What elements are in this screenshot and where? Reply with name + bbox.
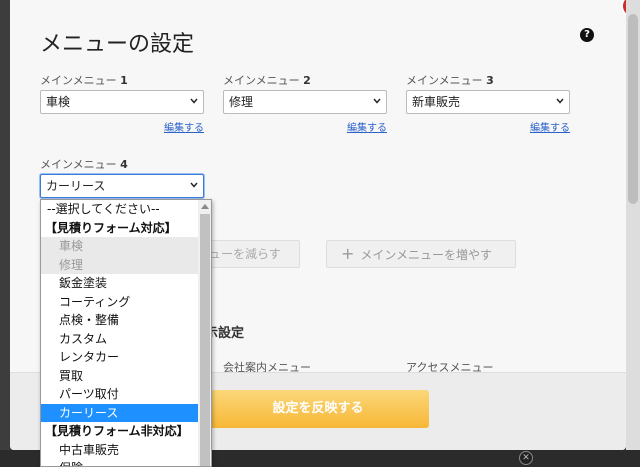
dropdown-option[interactable]: 中古車販売 (41, 441, 198, 460)
dropdown-option[interactable]: 鈑金塗装 (41, 274, 198, 293)
main-menu-number: 2 (303, 74, 311, 87)
dropdown-option[interactable]: カスタム (41, 330, 198, 349)
chevron-down-icon (556, 98, 564, 104)
main-menu-4: メインメニュー 4 カーリース (40, 156, 204, 198)
question-circle-icon[interactable]: ? (580, 28, 594, 42)
main-menu-3-edit-link[interactable]: 編集する (406, 119, 570, 134)
main-menu-2-edit-link[interactable]: 編集する (223, 119, 387, 134)
close-icon[interactable]: ✕ (519, 451, 533, 465)
main-menu-3-select[interactable]: 新車販売 (406, 90, 570, 114)
dropdown-options: --選択してください-- 【見積りフォーム対応】車検 修理 鈑金塗装 コーティング 点検・… (41, 200, 198, 466)
main-menu-4-label: メインメニュー 4 (40, 156, 204, 171)
dropdown-scrollbar-thumb[interactable] (200, 214, 210, 466)
chevron-down-icon (190, 182, 198, 188)
main-menu-4-select[interactable]: カーリース (40, 174, 204, 198)
apply-settings-button[interactable]: 設定を反映する (207, 390, 429, 428)
dropdown-group-header: 【見積りフォーム対応】 (45, 220, 177, 235)
main-menu-1-label: メインメニュー 1 (40, 72, 204, 87)
add-main-menu-label: メインメニューを増やす (360, 248, 493, 262)
modal-scrollbar-thumb[interactable] (628, 14, 638, 204)
main-menu-1-select[interactable]: 車検 (40, 90, 204, 114)
main-menu-4-value: カーリース (46, 179, 106, 193)
main-menu-2-value: 修理 (229, 95, 254, 109)
scroll-up-arrow-icon[interactable] (201, 204, 209, 209)
main-menu-label-text: メインメニュー (406, 74, 483, 87)
dropdown-option[interactable]: 保険 (41, 459, 198, 466)
main-menu-3: メインメニュー 3 新車販売 編集する (406, 72, 570, 134)
main-menu-label-text: メインメニュー (40, 74, 117, 87)
main-menu-label-text: メインメニュー (40, 158, 117, 171)
main-menu-3-label: メインメニュー 3 (406, 72, 570, 87)
chevron-down-icon (373, 98, 381, 104)
dropdown-placeholder-option[interactable]: --選択してください-- (41, 200, 198, 219)
main-menu-1: メインメニュー 1 車検 編集する (40, 72, 204, 134)
main-menu-2-select[interactable]: 修理 (223, 90, 387, 114)
main-menu-4-dropdown[interactable]: --選択してください-- 【見積りフォーム対応】車検 修理 鈑金塗装 コーティング 点検・… (40, 199, 212, 467)
main-menu-1-edit-link[interactable]: 編集する (40, 119, 204, 134)
plus-icon: + (341, 244, 355, 263)
dropdown-option[interactable]: コーティング (41, 293, 198, 312)
main-menu-label-text: メインメニュー (223, 74, 300, 87)
dropdown-option[interactable]: 点検・整備 (41, 311, 198, 330)
dropdown-group-header: 【見積りフォーム非対応】 (45, 424, 189, 438)
chevron-down-icon (190, 98, 198, 104)
add-main-menu-button[interactable]: + メインメニューを増やす (326, 240, 516, 268)
modal-title: メニューの設定 (40, 32, 195, 57)
main-menu-number: 3 (486, 74, 494, 87)
dropdown-option: 修理 (41, 255, 198, 274)
main-menu-number: 1 (120, 74, 128, 87)
dropdown-option[interactable]: レンタカー (41, 348, 198, 367)
dropdown-option[interactable]: 買取 (41, 367, 198, 386)
main-menu-1-value: 車検 (46, 95, 71, 109)
main-menu-3-value: 新車販売 (412, 95, 461, 109)
main-menu-2-label: メインメニュー 2 (223, 72, 387, 87)
main-menu-number: 4 (120, 158, 128, 171)
dropdown-option: 車検 (41, 237, 198, 256)
main-menu-2: メインメニュー 2 修理 編集する (223, 72, 387, 134)
dropdown-option[interactable]: パーツ取付 (41, 385, 198, 404)
dropdown-option[interactable]: カーリース (41, 403, 198, 422)
